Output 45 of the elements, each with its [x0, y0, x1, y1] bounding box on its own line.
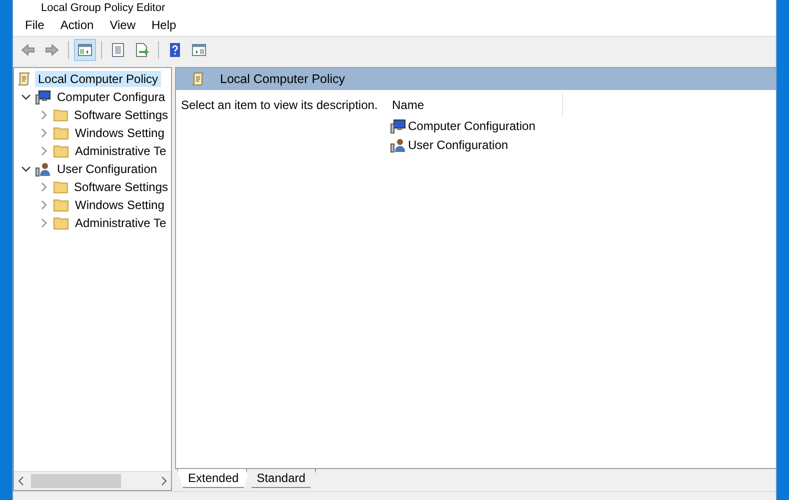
help-icon — [167, 42, 183, 58]
user-icon — [390, 136, 406, 152]
scroll-icon — [190, 71, 206, 87]
view-tab[interactable]: Extended — [177, 469, 250, 488]
tree-item[interactable]: Local Computer Policy — [35, 71, 162, 87]
scroll-icon — [16, 71, 32, 87]
list-item[interactable]: Computer Configuration — [408, 118, 536, 132]
view-tab[interactable]: Standard — [246, 469, 316, 488]
back-arrow-icon — [20, 42, 36, 58]
tree-item[interactable]: Software Settings — [70, 179, 171, 195]
tree-item[interactable]: User Configuration — [54, 161, 160, 177]
tree-item[interactable]: Computer Configura — [54, 89, 168, 105]
action-pane-icon — [191, 42, 207, 58]
pane-title: Local Computer Policy — [220, 72, 346, 86]
computer-icon — [35, 89, 51, 105]
folder-icon — [53, 216, 69, 230]
computer-icon — [390, 118, 406, 134]
console-tree-icon — [77, 42, 93, 58]
window-title: Local Group Policy Editor — [41, 2, 166, 14]
tree-item[interactable]: Administrative Te — [72, 215, 170, 231]
toolbar-button[interactable] — [74, 39, 96, 61]
scroll-thumb[interactable] — [31, 474, 121, 488]
folder-icon — [53, 198, 69, 212]
scroll-right-icon[interactable] — [160, 476, 168, 486]
scroll-left-icon[interactable] — [17, 476, 25, 486]
menu-item[interactable]: View — [102, 16, 144, 34]
folder-icon — [53, 144, 69, 158]
column-header[interactable]: Name — [386, 94, 563, 116]
forward-arrow-icon — [44, 42, 60, 58]
export-list-icon — [134, 42, 150, 58]
tree-item[interactable]: Windows Setting — [72, 197, 168, 213]
folder-icon — [52, 180, 68, 194]
folder-icon — [52, 108, 68, 122]
menu-item[interactable]: Action — [52, 16, 102, 34]
tree-item[interactable]: Administrative Te — [72, 143, 170, 159]
menu-item[interactable]: Help — [144, 16, 184, 34]
user-icon — [35, 161, 51, 177]
menu-item[interactable]: File — [17, 16, 52, 34]
horizontal-scrollbar[interactable] — [14, 471, 171, 490]
folder-icon — [53, 126, 69, 140]
list-item[interactable]: User Configuration — [408, 138, 508, 152]
tree-item[interactable]: Windows Setting — [72, 125, 168, 141]
tree-item[interactable]: Software Settings — [70, 107, 171, 123]
description-text: Select an item to view its description. — [181, 98, 378, 112]
properties-icon — [110, 42, 126, 58]
